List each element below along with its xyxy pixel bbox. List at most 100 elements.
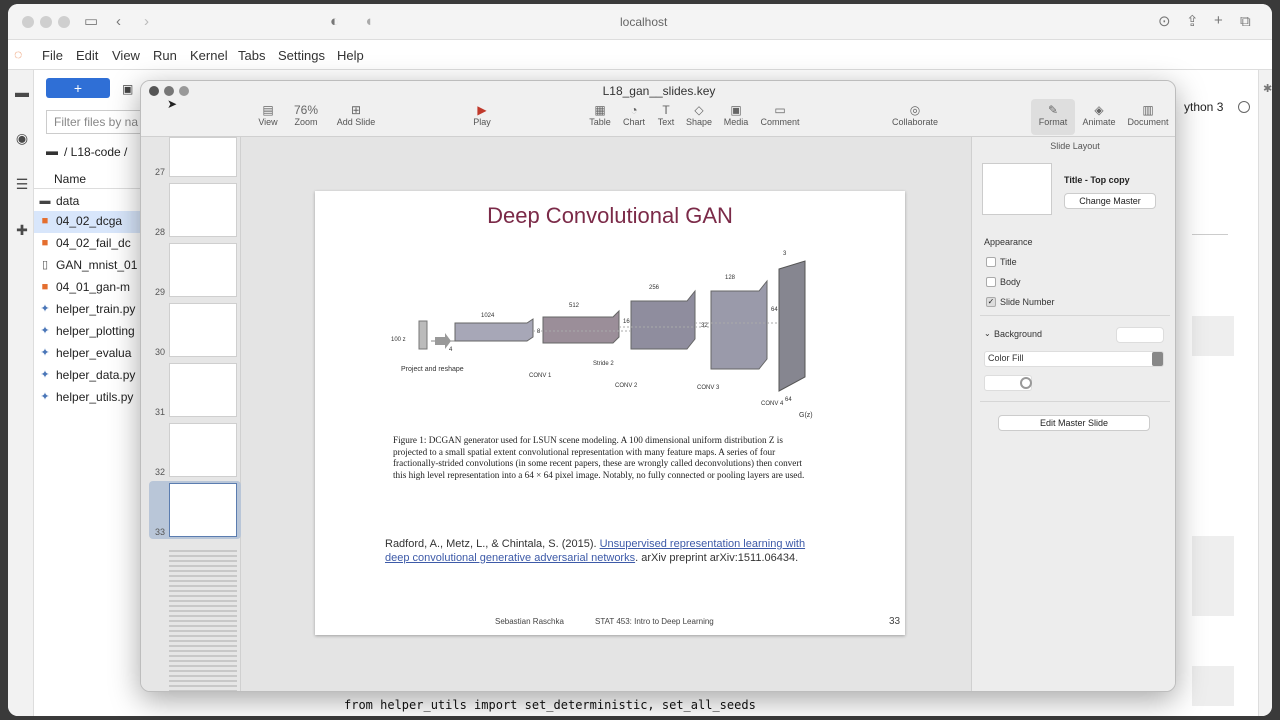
body-checkbox[interactable] — [986, 277, 996, 287]
code-line: from helper_utils import set_determinist… — [344, 698, 756, 712]
media-button[interactable]: ▣ Media — [721, 103, 751, 127]
new-launcher-button[interactable]: + — [46, 78, 110, 98]
inspector-header: Slide Layout — [1050, 141, 1100, 151]
text-button[interactable]: T Text — [651, 103, 681, 127]
table-button[interactable]: ▦ Table — [585, 103, 615, 127]
zoom-control[interactable]: 76% Zoom — [289, 103, 323, 127]
commands-icon[interactable]: ☰ — [14, 176, 30, 192]
conv-block-2 — [542, 309, 620, 344]
background-color-well[interactable] — [1116, 327, 1164, 343]
python-icon: ✦ — [40, 369, 50, 381]
breadcrumb-folder-icon[interactable]: ▬ — [46, 144, 58, 158]
menu-file[interactable]: File — [42, 48, 63, 63]
file-item[interactable]: 04_01_gan-m — [56, 280, 130, 294]
vertical-scrollbar[interactable]: ✱ — [1258, 70, 1272, 716]
conv-block-1 — [454, 318, 534, 342]
file-item[interactable]: data — [56, 194, 79, 208]
chart-icon: ◔ — [630, 103, 638, 117]
comment-button[interactable]: ▭ Comment — [757, 103, 803, 127]
collaborate-icon: ◎ — [909, 103, 921, 117]
edit-master-button[interactable]: Edit Master Slide — [998, 415, 1150, 431]
slide-thumbnail[interactable] — [169, 303, 237, 357]
label-64-bottom: 64 — [785, 397, 792, 403]
view-button[interactable]: ▤ View — [253, 103, 283, 127]
view-icon: ▤ — [262, 103, 274, 117]
background-disclosure-icon[interactable]: ⌄ — [984, 329, 991, 338]
file-item[interactable]: 04_02_dcga — [56, 214, 122, 228]
color-wheel-icon[interactable] — [1020, 377, 1032, 389]
label-4: 4 — [449, 347, 453, 353]
folder-icon: ▬ — [39, 195, 51, 207]
breadcrumb[interactable]: / L18-code / — [64, 145, 127, 159]
label-16: 16 — [623, 319, 630, 325]
zoom-dot[interactable] — [58, 16, 70, 28]
back-icon[interactable]: ‹ — [116, 14, 121, 30]
file-item[interactable]: GAN_mnist_01 — [56, 258, 137, 272]
slide-number: 27 — [154, 167, 165, 177]
label-32: 32 — [701, 323, 708, 329]
running-icon[interactable]: ◉ — [14, 130, 30, 146]
tab-overview-icon[interactable]: ⧉ — [1240, 14, 1251, 30]
chart-button[interactable]: ◔ Chart — [619, 103, 649, 127]
folder-icon[interactable]: ▬ — [14, 84, 30, 100]
download-icon[interactable]: ⊙ — [1158, 14, 1171, 30]
slide-thumbnail[interactable] — [169, 363, 237, 417]
file-item[interactable]: helper_evalua — [56, 346, 131, 360]
layout-preview — [982, 163, 1052, 215]
file-item[interactable]: helper_plotting — [56, 324, 135, 338]
menu-view[interactable]: View — [112, 48, 140, 63]
document-button[interactable]: ▥ Document — [1125, 103, 1171, 127]
format-button[interactable]: ✎ Format — [1033, 103, 1073, 127]
slide[interactable]: Deep Convolutional GAN 100 z Project and… — [315, 191, 905, 635]
file-item[interactable]: helper_utils.py — [56, 390, 133, 404]
extensions-icon[interactable]: ✚ — [14, 222, 30, 238]
reference[interactable]: Radford, A., Metz, L., & Chintala, S. (2… — [385, 537, 825, 565]
shape-button[interactable]: ◇ Shape — [683, 103, 715, 127]
slide-thumbnail-selected[interactable] — [169, 483, 237, 537]
url-text[interactable]: localhost — [620, 15, 667, 29]
label-512: 512 — [569, 303, 580, 309]
slide-thumbnail[interactable] — [169, 243, 237, 297]
column-name-header[interactable]: Name — [54, 172, 86, 186]
format-inspector: Slide Layout Title - Top copy Change Mas… — [971, 137, 1175, 691]
figure-caption[interactable]: Figure 1: DCGAN generator used for LSUN … — [393, 435, 817, 481]
menu-settings[interactable]: Settings — [278, 48, 325, 63]
label-stride: Stride 2 — [593, 361, 614, 367]
label-3: 3 — [783, 251, 787, 257]
menu-edit[interactable]: Edit — [76, 48, 98, 63]
slide-thumbnail[interactable] — [169, 423, 237, 477]
slide-thumbnail[interactable] — [169, 137, 237, 177]
animate-button[interactable]: ◈ Animate — [1079, 103, 1119, 127]
kernel-name[interactable]: ython 3 — [1184, 100, 1223, 114]
file-item[interactable]: helper_data.py — [56, 368, 135, 382]
bug-icon[interactable]: ✱ — [1263, 82, 1272, 95]
add-slide-button[interactable]: ⊞ Add Slide — [331, 103, 381, 127]
new-folder-icon[interactable]: ▣ — [122, 82, 133, 96]
slide-title[interactable]: Deep Convolutional GAN — [315, 203, 905, 229]
file-item[interactable]: helper_train.py — [56, 302, 135, 316]
slide-number-checkbox[interactable]: ✓ — [986, 297, 996, 307]
collaborate-button[interactable]: ◎ Collaborate — [889, 103, 941, 127]
share-icon[interactable]: ⇪ — [1186, 14, 1199, 30]
sidebar-icon[interactable]: ▭ — [84, 14, 98, 30]
forward-icon[interactable]: › — [144, 14, 149, 30]
play-button[interactable]: ▶ Play — [467, 103, 497, 127]
menu-tabs[interactable]: Tabs — [238, 48, 265, 63]
reference-rest: . arXiv preprint arXiv:1511.06434. — [635, 552, 799, 564]
reader-icon[interactable]: ◖ — [364, 14, 373, 30]
privacy-icon[interactable]: ◐ — [330, 14, 339, 30]
menu-run[interactable]: Run — [153, 48, 177, 63]
minimize-dot[interactable] — [40, 16, 52, 28]
jupyter-logo-icon: ◌ — [14, 46, 23, 62]
keynote-window: ➤ L18_gan__slides.key ▤ View 76% Zoom ⊞ Add… — [140, 80, 1176, 692]
new-tab-icon[interactable]: + — [1214, 13, 1223, 29]
file-item[interactable]: 04_02_fail_dc — [56, 236, 131, 250]
slide-thumbnail[interactable] — [169, 183, 237, 237]
comment-icon: ▭ — [774, 103, 786, 117]
menu-kernel[interactable]: Kernel — [190, 48, 228, 63]
close-dot[interactable] — [22, 16, 34, 28]
change-master-button[interactable]: Change Master — [1064, 193, 1156, 209]
title-checkbox[interactable] — [986, 257, 996, 267]
menu-help[interactable]: Help — [337, 48, 364, 63]
label-128: 128 — [725, 275, 736, 281]
